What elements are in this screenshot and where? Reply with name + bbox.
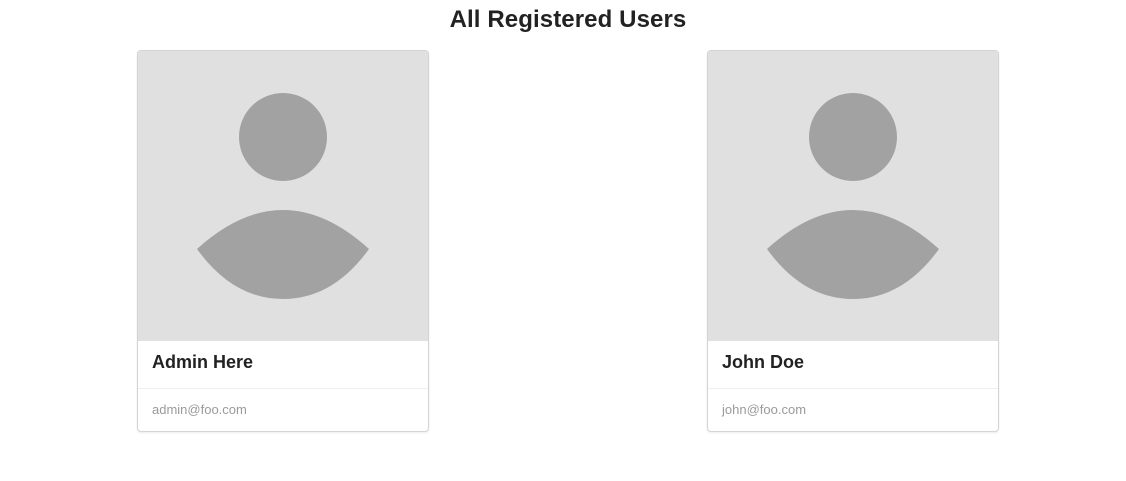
- user-name[interactable]: Admin Here: [152, 352, 253, 373]
- card-extra: john@foo.com: [708, 389, 998, 431]
- card-extra: admin@foo.com: [138, 389, 428, 431]
- avatar: [708, 51, 998, 341]
- user-card[interactable]: Admin Here admin@foo.com: [137, 50, 429, 432]
- user-placeholder-icon: [197, 93, 369, 299]
- user-card[interactable]: John Doe john@foo.com: [707, 50, 999, 432]
- user-placeholder-icon: [767, 93, 939, 299]
- card-content: John Doe: [708, 341, 998, 389]
- avatar: [138, 51, 428, 341]
- card-content: Admin Here: [138, 341, 428, 389]
- user-email: john@foo.com: [722, 402, 807, 417]
- user-name[interactable]: John Doe: [722, 352, 804, 373]
- page-title: All Registered Users: [449, 6, 687, 33]
- user-email: admin@foo.com: [152, 402, 247, 417]
